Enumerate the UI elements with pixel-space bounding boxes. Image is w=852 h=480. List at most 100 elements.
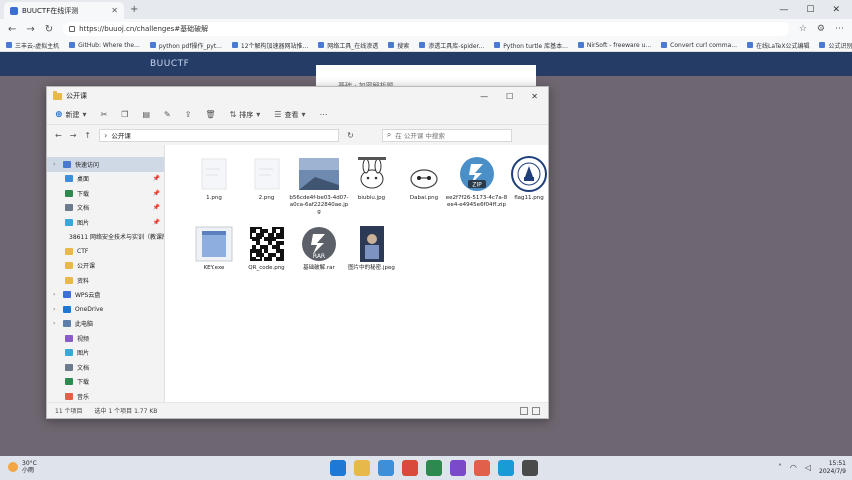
- chevron-right-icon[interactable]: ›: [53, 320, 59, 327]
- sidebar-item-label: 文档: [77, 364, 90, 372]
- breadcrumb-folder[interactable]: 公开课: [111, 130, 131, 140]
- bookmark-item[interactable]: 公式识别: [819, 41, 852, 50]
- taskbar-app-icon[interactable]: [330, 460, 346, 476]
- taskbar-app-icon[interactable]: [450, 460, 466, 476]
- bookmark-item[interactable]: NirSoft - freeware u...: [577, 42, 651, 49]
- close-icon[interactable]: ✕: [531, 92, 538, 101]
- chevron-right-icon[interactable]: ›: [53, 306, 59, 313]
- sidebar-item[interactable]: 38611 网络安全技术与实训（教课版: [47, 230, 164, 245]
- bookmark-item[interactable]: 网络工具_在线渗透: [318, 41, 378, 50]
- share-icon[interactable]: ⇪: [185, 110, 192, 119]
- file-thumbnail-icon: [299, 155, 339, 193]
- tiles-view-icon[interactable]: [532, 406, 540, 415]
- bookmark-item[interactable]: 搜索: [388, 41, 409, 50]
- delete-icon[interactable]: 🗑: [205, 110, 215, 119]
- forward-icon[interactable]: →: [70, 131, 77, 140]
- bookmark-label: Python turtle 库基本...: [503, 42, 568, 50]
- browser-tab[interactable]: BUUCTF在线评测 ✕: [4, 2, 124, 19]
- taskbar-app-icon[interactable]: [474, 460, 490, 476]
- bookmark-item[interactable]: 三丰云-虚拟主机: [6, 41, 59, 50]
- taskbar-app-icon[interactable]: [522, 460, 538, 476]
- sidebar-item[interactable]: › OneDrive: [47, 302, 164, 317]
- cut-icon[interactable]: ✂: [101, 110, 108, 119]
- new-button[interactable]: ⊕ 新建 ▾: [55, 110, 87, 120]
- sidebar-item-label: 公开课: [77, 263, 96, 271]
- bookmark-item[interactable]: 渗透工具库-spider...: [419, 41, 484, 50]
- back-icon[interactable]: ←: [8, 24, 16, 35]
- back-icon[interactable]: ←: [55, 131, 62, 140]
- bookmark-item[interactable]: python pdf操作_pyt...: [149, 41, 222, 50]
- minimize-icon[interactable]: —: [779, 5, 788, 15]
- sidebar-item[interactable]: 视频: [47, 331, 164, 346]
- file-item[interactable]: flag11.png: [498, 155, 560, 202]
- sidebar-item[interactable]: › 快速访问: [47, 157, 164, 172]
- chevron-right-icon[interactable]: ›: [53, 291, 59, 298]
- sidebar-item-label: 桌面: [77, 176, 90, 184]
- breadcrumb[interactable]: › 公开课: [99, 128, 340, 142]
- clock-date: 2024/7/9: [819, 467, 846, 475]
- sidebar-item[interactable]: 下载 📌: [47, 186, 164, 201]
- close-tab-icon[interactable]: ✕: [111, 6, 118, 15]
- search-input[interactable]: ⌕ 在 公开课 中搜索: [381, 128, 512, 142]
- bookmark-item[interactable]: 12个解构加速器网站推...: [231, 41, 308, 50]
- sidebar-item[interactable]: › WPS云盘: [47, 288, 164, 303]
- more-icon[interactable]: ⋯: [319, 110, 327, 119]
- refresh-icon[interactable]: ↻: [347, 131, 354, 140]
- folder-icon: [63, 320, 71, 328]
- sidebar-item-label: 下载: [77, 190, 90, 198]
- clock[interactable]: 15:51 2024/7/9: [819, 460, 846, 476]
- file-explorer-window: 公开课 — ☐ ✕ ⊕ 新建 ▾ ✂ ❐ ▤ ✎ ⇪ 🗑 ⇅ 排序 ▾ ☰ 查看…: [46, 86, 549, 419]
- file-thumbnail-icon: [194, 155, 234, 193]
- minimize-icon[interactable]: —: [480, 92, 488, 101]
- sidebar-item[interactable]: 公开课: [47, 259, 164, 274]
- copy-icon[interactable]: ❐: [121, 110, 128, 119]
- wifi-icon[interactable]: ◠: [790, 463, 797, 472]
- close-icon[interactable]: ✕: [832, 5, 840, 15]
- file-item[interactable]: 图片中的秘密.jpeg: [341, 225, 403, 272]
- taskbar-app-icon[interactable]: [498, 460, 514, 476]
- bookmark-item[interactable]: Convert curl comma...: [661, 42, 737, 49]
- chevron-right-icon[interactable]: ›: [53, 161, 59, 168]
- new-tab-icon[interactable]: +: [130, 4, 138, 15]
- site-brand[interactable]: BUUCTF: [150, 59, 189, 69]
- view-button[interactable]: ☰ 查看 ▾: [274, 110, 305, 120]
- sidebar-item[interactable]: › 此电脑: [47, 317, 164, 332]
- bookmark-item[interactable]: 在线LaTeX公式编辑: [747, 41, 809, 50]
- sidebar-item[interactable]: 文档: [47, 360, 164, 375]
- maximize-icon[interactable]: ☐: [506, 92, 513, 101]
- extensions-icon[interactable]: ⚙: [817, 24, 825, 34]
- chevron-up-icon[interactable]: ˄: [778, 463, 782, 472]
- up-icon[interactable]: ↑: [84, 131, 91, 140]
- forward-icon[interactable]: →: [26, 24, 34, 35]
- sidebar-item[interactable]: 资料: [47, 273, 164, 288]
- taskbar-app-icon[interactable]: [354, 460, 370, 476]
- file-name: 基础破解.rar: [303, 265, 335, 271]
- reload-icon[interactable]: ↻: [45, 24, 53, 35]
- clock-time: 15:51: [828, 460, 846, 467]
- paste-icon[interactable]: ▤: [142, 110, 150, 119]
- menu-icon[interactable]: ⋯: [835, 24, 844, 34]
- sidebar-item[interactable]: 图片: [47, 346, 164, 361]
- url-field[interactable]: https://buuoj.cn/challenges#基础破解: [63, 22, 789, 36]
- sidebar-item[interactable]: 下载: [47, 375, 164, 390]
- volume-icon[interactable]: ◁: [805, 463, 811, 472]
- details-view-icon[interactable]: [520, 406, 528, 415]
- taskbar-app-icon[interactable]: [378, 460, 394, 476]
- file-name: flag11.png: [514, 195, 544, 201]
- weather-widget[interactable]: 30°C 小雨: [8, 460, 37, 474]
- pin-icon: 📌: [152, 175, 160, 183]
- maximize-icon[interactable]: ☐: [806, 5, 814, 15]
- sort-button[interactable]: ⇅ 排序 ▾: [230, 110, 261, 120]
- sidebar-item[interactable]: 文档 📌: [47, 201, 164, 216]
- search-placeholder: 在 公开课 中搜索: [395, 132, 445, 140]
- sidebar-item[interactable]: CTF: [47, 244, 164, 259]
- star-icon[interactable]: ☆: [799, 24, 807, 34]
- rename-icon[interactable]: ✎: [164, 110, 171, 119]
- view-icon: ☰: [274, 110, 282, 119]
- sidebar-item[interactable]: 图片 📌: [47, 215, 164, 230]
- taskbar-app-icon[interactable]: [426, 460, 442, 476]
- sidebar-item[interactable]: 桌面 📌: [47, 172, 164, 187]
- bookmark-item[interactable]: GitHub: Where the...: [69, 42, 140, 49]
- bookmark-item[interactable]: Python turtle 库基本...: [494, 41, 568, 50]
- taskbar-app-icon[interactable]: [402, 460, 418, 476]
